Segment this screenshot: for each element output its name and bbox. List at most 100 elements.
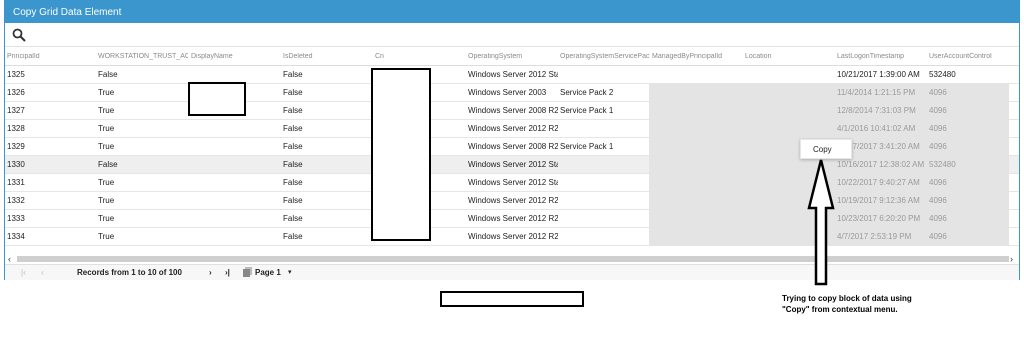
cell-logon: 11/4/2014 1:21:15 PM — [837, 88, 916, 97]
copy-menu-item[interactable]: Copy — [813, 145, 832, 154]
cell-principal-id: 1328 — [7, 124, 25, 133]
page-icon — [243, 267, 252, 279]
table-row[interactable]: 1326 True False Windows Server 2003 Serv… — [5, 84, 1019, 102]
data-grid: PrincipalId WORKSTATION_TRUST_ACC Displa… — [5, 48, 1019, 246]
table-row[interactable]: 1330 False False Windows Server 2012 Sta… — [5, 156, 1019, 174]
grid-window: Copy Grid Data Element PrincipalId WORKS… — [4, 0, 1020, 280]
scroll-right-icon[interactable]: › — [1010, 254, 1013, 264]
table-row[interactable]: 1329 True False Windows Server 2008 R2 E… — [5, 138, 1019, 156]
cell-uac: 4096 — [929, 142, 947, 151]
table-row[interactable]: 1332 True False Windows Server 2012 R2 S… — [5, 192, 1019, 210]
cell-os: Windows Server 2008 R2 Enterprise — [468, 142, 558, 151]
horizontal-scrollbar[interactable]: ‹ › — [5, 254, 1019, 264]
cell-logon: 10/23/2017 6:20:20 PM — [837, 214, 921, 223]
first-page-icon[interactable]: |‹ — [21, 268, 26, 277]
cell-principal-id: 1331 — [7, 178, 25, 187]
cell-principal-id: 1330 — [7, 160, 25, 169]
pager: |‹ ‹ Records from 1 to 10 of 100 › ›| Pa… — [5, 264, 1019, 280]
cell-logon: 10/19/2017 9:12:36 AM — [837, 196, 920, 205]
redaction-box — [440, 291, 584, 307]
cell-sp: Service Pack 1 — [560, 106, 614, 115]
cell-uac: 4096 — [929, 88, 947, 97]
cell-principal-id: 1326 — [7, 88, 25, 97]
cell-logon: 10/22/2017 9:40:27 AM — [837, 178, 920, 187]
table-row[interactable]: 1328 True False Windows Server 2012 R2 S… — [5, 120, 1019, 138]
cell-uac: 4096 — [929, 178, 947, 187]
search-icon[interactable] — [12, 28, 26, 42]
cell-trust: True — [98, 178, 115, 187]
table-row[interactable]: 1325 False False Windows Server 2012 Sta… — [5, 66, 1019, 84]
cell-os: Windows Server 2012 R2 Standard — [468, 196, 558, 205]
column-header[interactable]: DisplayName — [191, 53, 281, 60]
table-row[interactable]: 1333 True False Windows Server 2012 R2 S… — [5, 210, 1019, 228]
selected-cells — [649, 120, 1009, 138]
records-info: Records from 1 to 10 of 100 — [77, 268, 182, 277]
column-header[interactable]: UserAccountControl — [929, 53, 1019, 60]
window-title: Copy Grid Data Element — [5, 1, 1019, 23]
cell-principal-id: 1329 — [7, 142, 25, 151]
grid-header: PrincipalId WORKSTATION_TRUST_ACC Displa… — [5, 48, 1019, 66]
column-header[interactable]: Location — [745, 53, 835, 60]
cell-trust: True — [98, 214, 115, 223]
cell-principal-id: 1332 — [7, 196, 25, 205]
cell-logon: 10/21/2017 1:39:00 AM — [837, 70, 920, 79]
cell-uac: 532480 — [929, 160, 956, 169]
cell-os: Windows Server 2003 — [468, 88, 547, 97]
last-page-icon[interactable]: ›| — [225, 268, 230, 277]
up-arrow-annotation — [807, 159, 835, 286]
prev-page-icon[interactable]: ‹ — [41, 268, 44, 277]
table-row[interactable]: 1331 True False Windows Server 2012 Stan… — [5, 174, 1019, 192]
cell-principal-id: 1325 — [7, 70, 25, 79]
column-header[interactable]: LastLogonTimestamp — [837, 53, 927, 60]
cell-uac: 4096 — [929, 106, 947, 115]
annotation-line: Trying to copy block of data using — [782, 294, 912, 303]
cell-trust: True — [98, 88, 115, 97]
cell-principal-id: 1333 — [7, 214, 25, 223]
redaction-box — [188, 82, 246, 116]
column-header[interactable]: ManagedByPrincipalId — [652, 53, 742, 60]
next-page-icon[interactable]: › — [209, 268, 212, 277]
cell-trust: True — [98, 196, 115, 205]
cell-os: Windows Server 2012 R2 Standard — [468, 232, 558, 241]
cell-uac: 4096 — [929, 214, 947, 223]
cell-trust: True — [98, 232, 115, 241]
cell-deleted: False — [283, 160, 303, 169]
cell-principal-id: 1334 — [7, 232, 25, 241]
cell-logon: 4/7/2017 2:53:19 PM — [837, 232, 912, 241]
cell-uac: 4096 — [929, 124, 947, 133]
column-header[interactable]: WORKSTATION_TRUST_ACC — [98, 53, 188, 60]
table-row[interactable]: 1334 True False Windows Server 2012 R2 S… — [5, 228, 1019, 246]
cell-os: Windows Server 2012 Standard — [468, 70, 558, 79]
column-header[interactable]: IsDeleted — [283, 53, 373, 60]
cell-uac: 532480 — [929, 70, 956, 79]
selected-cells — [649, 84, 1009, 102]
cell-logon: 12/8/2014 7:31:03 PM — [837, 106, 916, 115]
column-header[interactable]: PrincipalId — [7, 53, 97, 60]
column-header[interactable]: OperatingSystemServicePack — [560, 53, 650, 60]
cell-trust: False — [98, 160, 118, 169]
cell-os: Windows Server 2008 R2 Enterprise — [468, 106, 558, 115]
scroll-left-icon[interactable]: ‹ — [8, 254, 11, 264]
scrollbar-thumb[interactable] — [17, 256, 1009, 262]
column-header[interactable]: Cn — [375, 53, 465, 60]
cell-deleted: False — [283, 88, 303, 97]
cell-trust: True — [98, 124, 115, 133]
page-selector[interactable]: Page 1 — [255, 268, 281, 277]
cell-deleted: False — [283, 214, 303, 223]
cell-trust: True — [98, 106, 115, 115]
table-row[interactable]: 1327 True False Windows Server 2008 R2 E… — [5, 102, 1019, 120]
cell-sp: Service Pack 1 — [560, 142, 614, 151]
column-header[interactable]: OperatingSystem — [468, 53, 558, 60]
cell-os: Windows Server 2012 Standard — [468, 160, 558, 169]
page-dropdown-icon[interactable]: ▾ — [288, 268, 292, 276]
cell-trust: False — [98, 70, 118, 79]
cell-deleted: False — [283, 70, 303, 79]
redaction-box — [371, 68, 431, 241]
selected-cells — [649, 102, 1009, 120]
toolbar — [5, 23, 1019, 47]
cell-os: Windows Server 2012 Standard — [468, 178, 558, 187]
cell-os: Windows Server 2012 R2 Standard — [468, 124, 558, 133]
annotation-line: "Copy" from contextual menu. — [782, 305, 898, 314]
cell-sp: Service Pack 2 — [560, 88, 614, 97]
cell-logon: 10/16/2017 12:38:02 AM — [837, 160, 925, 169]
